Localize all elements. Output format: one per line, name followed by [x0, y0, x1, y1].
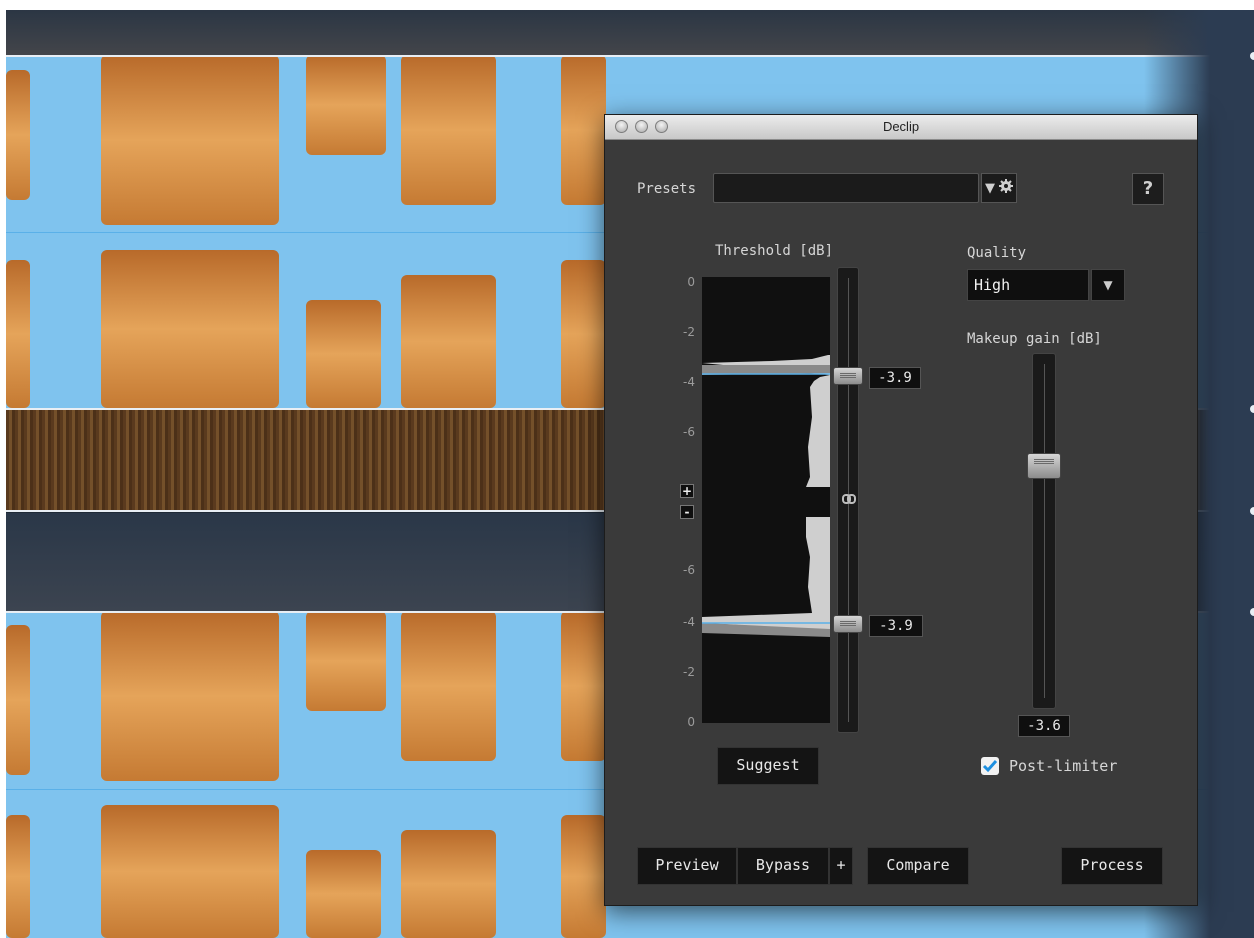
makeup-gain-label: Makeup gain [dB] — [967, 331, 1102, 347]
link-icon[interactable] — [842, 493, 856, 505]
spectral-blob — [6, 625, 30, 775]
spectral-blob — [401, 830, 496, 938]
presets-label: Presets — [637, 181, 697, 197]
spectral-blob — [306, 300, 381, 408]
quality-select[interactable]: High — [967, 269, 1089, 301]
spectral-blob — [561, 260, 606, 408]
threshold-tick: 0 — [687, 715, 695, 729]
compare-button[interactable]: Compare — [867, 847, 969, 885]
spectral-blob — [101, 250, 279, 408]
spectral-blob — [561, 815, 606, 938]
spectral-blob — [306, 850, 381, 938]
spectrogram-band-top — [6, 10, 1254, 55]
channel-boundary-line — [6, 55, 1254, 57]
gain-handle[interactable] — [1250, 507, 1254, 515]
makeup-gain-slider-groove — [1044, 364, 1045, 698]
threshold-lower-value[interactable]: -3.9 — [869, 615, 923, 637]
bypass-button[interactable]: Bypass — [737, 847, 829, 885]
checkmark-icon — [982, 760, 998, 773]
dropdown-arrow-icon[interactable]: ▼ — [985, 181, 995, 196]
spectral-blob — [6, 70, 30, 200]
threshold-tick: -2 — [683, 665, 695, 679]
spectral-blob — [401, 55, 496, 205]
declip-dialog: Declip Presets ▼ ? Threshold [dB] 0 -2 -… — [604, 114, 1198, 906]
threshold-tick: -4 — [683, 375, 695, 389]
zoom-out-button[interactable]: - — [680, 505, 694, 519]
threshold-tick: 0 — [687, 275, 695, 289]
spectral-blob — [401, 275, 496, 408]
dropdown-arrow-icon[interactable]: ▼ — [1091, 269, 1125, 301]
spectral-blob — [6, 815, 30, 938]
makeup-gain-value[interactable]: -3.6 — [1018, 715, 1070, 737]
gain-handle[interactable] — [1250, 405, 1254, 413]
makeup-gain-slider-track[interactable] — [1032, 353, 1056, 709]
post-limiter-checkbox[interactable] — [981, 757, 999, 775]
spectral-blob — [561, 611, 606, 761]
threshold-tick: -6 — [683, 425, 695, 439]
gain-handle[interactable] — [1250, 608, 1254, 616]
threshold-tick: -4 — [683, 615, 695, 629]
gain-handle[interactable] — [1250, 52, 1254, 60]
bypass-plus-button[interactable]: + — [829, 847, 853, 885]
spectral-blob — [306, 55, 386, 155]
suggest-button[interactable]: Suggest — [717, 747, 819, 785]
spectral-blob — [101, 611, 279, 781]
threshold-lower-thumb[interactable] — [833, 615, 863, 633]
threshold-label: Threshold [dB] — [715, 243, 834, 259]
threshold-tick: -6 — [683, 563, 695, 577]
makeup-gain-thumb[interactable] — [1027, 453, 1061, 479]
preview-button[interactable]: Preview — [637, 847, 737, 885]
quality-label: Quality — [967, 245, 1027, 261]
spectral-blob — [6, 260, 30, 408]
presets-controls: ▼ — [981, 173, 1017, 203]
spectral-blob — [101, 55, 279, 225]
zoom-in-button[interactable]: + — [680, 484, 694, 498]
window-title: Declip — [882, 119, 920, 134]
window-titlebar[interactable]: Declip — [605, 115, 1197, 140]
post-limiter-label: Post-limiter — [1009, 757, 1118, 775]
spectral-blob — [101, 805, 279, 938]
threshold-upper-thumb[interactable] — [833, 367, 863, 385]
threshold-upper-value[interactable]: -3.9 — [869, 367, 921, 389]
threshold-tick: -2 — [683, 325, 695, 339]
gear-icon[interactable] — [999, 179, 1013, 197]
spectral-blob — [401, 611, 496, 761]
presets-select[interactable] — [713, 173, 979, 203]
spectral-blob — [306, 611, 386, 711]
threshold-histogram — [702, 277, 830, 723]
process-button[interactable]: Process — [1061, 847, 1163, 885]
help-icon[interactable]: ? — [1132, 173, 1164, 205]
spectral-blob — [561, 55, 606, 205]
